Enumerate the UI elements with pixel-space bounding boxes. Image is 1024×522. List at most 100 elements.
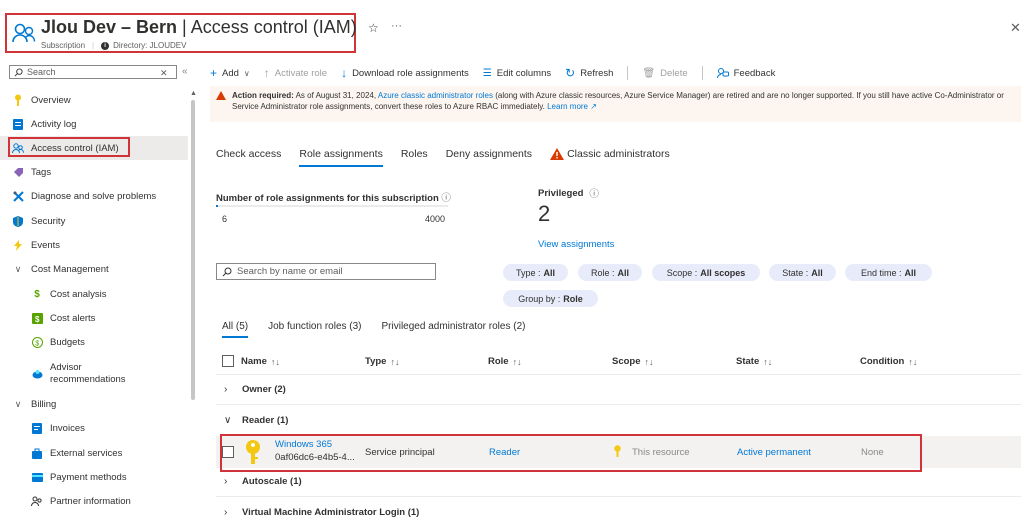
download-icon: ↓ <box>341 66 348 80</box>
sidebar-item-partner-information[interactable]: Partner information <box>0 489 188 513</box>
filter-state[interactable]: State : All <box>769 264 836 281</box>
filter-end-time[interactable]: End time : All <box>845 264 932 281</box>
directory-label: Directory: JLOUDEV <box>113 41 187 50</box>
warning-icon <box>550 148 565 160</box>
tab-privileged-roles[interactable]: Privileged administrator roles (2) <box>382 321 526 338</box>
column-condition[interactable]: Condition ↑↓ <box>860 356 917 367</box>
chevron-right-icon: › <box>224 476 228 487</box>
group-owner[interactable]: › Owner (2) <box>224 384 286 395</box>
sidebar-item-advisor[interactable]: Advisor recommendations <box>0 360 188 388</box>
sidebar-item-tags[interactable]: Tags <box>0 160 188 184</box>
sidebar-item-billing[interactable]: ∨ Billing <box>0 392 188 416</box>
select-all-checkbox[interactable] <box>222 355 234 367</box>
chevron-right-icon: › <box>224 507 228 518</box>
group-vm-admin-login[interactable]: › Virtual Machine Administrator Login (1) <box>224 507 419 518</box>
group-autoscale[interactable]: › Autoscale (1) <box>224 476 302 487</box>
filter-type[interactable]: Type : All <box>503 264 568 281</box>
assignment-count-current: 6 <box>222 214 228 224</box>
assignment-count-label: Number of role assignments for this subs… <box>216 193 451 204</box>
search-icon <box>222 267 232 276</box>
tab-all[interactable]: All (5) <box>222 321 249 338</box>
budget-icon: $ <box>31 336 43 348</box>
svg-text:$: $ <box>35 340 39 347</box>
feedback-icon <box>716 67 729 79</box>
assignment-count-bar-fill <box>216 205 218 207</box>
sidebar-item-payment-methods[interactable]: Payment methods <box>0 465 188 489</box>
columns-icon: ☰ <box>482 67 492 79</box>
sidebar-item-security[interactable]: Security <box>0 209 188 233</box>
collapse-icon[interactable]: « <box>182 66 188 77</box>
iam-tabs: Check access Role assignments Roles Deny… <box>216 148 688 167</box>
sidebar-item-activity-log[interactable]: Activity log <box>0 112 188 136</box>
sidebar-item-external-services[interactable]: External services <box>0 441 188 465</box>
invoice-icon <box>31 422 43 434</box>
classic-roles-link[interactable]: Azure classic administrator roles <box>378 91 493 100</box>
sidebar-item-budgets[interactable]: $ Budgets <box>0 330 188 354</box>
column-name[interactable]: Name ↑↓ <box>241 356 280 367</box>
sidebar-item-events[interactable]: Events <box>0 233 188 257</box>
sidebar-scrollbar[interactable] <box>191 100 195 400</box>
plus-icon: + <box>210 66 218 80</box>
tab-role-assignments[interactable]: Role assignments <box>299 148 383 167</box>
sidebar-item-invoices[interactable]: Invoices <box>0 416 188 440</box>
wrench-icon <box>12 190 24 202</box>
chevron-down-icon: ∨ <box>14 263 22 274</box>
column-role[interactable]: Role ↑↓ <box>488 356 522 367</box>
sort-icon: ↑↓ <box>270 356 280 367</box>
warning-banner: Action required: As of August 31, 2024, … <box>210 86 1021 122</box>
svg-text:$: $ <box>35 315 40 324</box>
edit-columns-button[interactable]: ☰ Edit columns <box>483 68 551 79</box>
nav-highlight-box <box>8 137 130 157</box>
assignment-count-max: 4000 <box>425 214 446 224</box>
search-input[interactable]: Search by name or email <box>216 263 436 280</box>
activate-role-button[interactable]: ↑ Activate role <box>264 66 327 80</box>
sidebar-item-diagnose[interactable]: Diagnose and solve problems <box>0 184 188 208</box>
chevron-right-icon: › <box>224 384 228 395</box>
sidebar-search-input[interactable]: Search <box>9 65 177 79</box>
shield-icon <box>12 215 24 227</box>
privileged-label: Privileged ⓘ <box>538 187 599 201</box>
column-type[interactable]: Type ↑↓ <box>365 356 399 367</box>
search-icon <box>14 67 23 76</box>
group-reader[interactable]: ∨ Reader (1) <box>224 415 288 426</box>
people-icon <box>12 22 36 44</box>
feedback-button[interactable]: Feedback <box>716 67 775 79</box>
role-category-tabs: All (5) Job function roles (3) Privilege… <box>222 321 545 338</box>
sidebar-item-cost-management[interactable]: ∨ Cost Management <box>0 257 188 281</box>
close-icon[interactable]: ✕ <box>1010 20 1021 36</box>
alert-icon: $ <box>31 312 43 324</box>
view-assignments-link[interactable]: View assignments <box>538 239 614 250</box>
chevron-down-icon: ∨ <box>14 398 22 409</box>
delete-button[interactable]: 🗑 Delete <box>642 68 687 79</box>
tab-job-function-roles[interactable]: Job function roles (3) <box>268 321 361 338</box>
warning-icon <box>216 91 226 100</box>
group-by[interactable]: Group by : Role <box>503 290 598 307</box>
sidebar-item-overview[interactable]: Overview <box>0 88 188 112</box>
page-title: Jlou Dev – Bern | Access control (IAM) <box>41 17 357 37</box>
bag-icon <box>31 447 43 459</box>
column-scope[interactable]: Scope ↑↓ <box>612 356 654 367</box>
tab-roles[interactable]: Roles <box>401 148 428 167</box>
download-button[interactable]: ↓ Download role assignments <box>341 66 469 80</box>
sort-icon: ↑↓ <box>512 356 522 367</box>
tab-classic-administrators[interactable]: Classic administrators <box>550 148 670 167</box>
toolbar: + Add ∨ ↑ Activate role ↓ Download role assi… <box>210 66 789 80</box>
column-state[interactable]: State ↑↓ <box>736 356 772 367</box>
scroll-up-icon[interactable]: ▲ <box>190 90 197 97</box>
search-placeholder: Search by name or email <box>237 266 343 277</box>
page-subtitle: Subscription | i Directory: JLOUDEV <box>41 41 187 50</box>
filter-scope[interactable]: Scope : All scopes <box>652 264 760 281</box>
learn-more-link[interactable]: Learn more ↗ <box>547 102 597 111</box>
sidebar-item-cost-alerts[interactable]: $ Cost alerts <box>0 306 188 330</box>
star-icon[interactable]: ☆ <box>368 21 379 35</box>
tab-check-access[interactable]: Check access <box>216 148 281 167</box>
tab-deny-assignments[interactable]: Deny assignments <box>446 148 532 167</box>
sidebar-clear-icon[interactable]: ✕ <box>160 68 168 79</box>
sidebar-item-cost-analysis[interactable]: $ Cost analysis <box>0 282 188 306</box>
refresh-button[interactable]: ↻ Refresh <box>565 66 613 80</box>
filter-role[interactable]: Role : All <box>578 264 642 281</box>
card-icon <box>31 471 43 483</box>
partner-icon <box>31 495 43 507</box>
add-button[interactable]: + Add ∨ <box>210 66 250 80</box>
more-icon[interactable]: ··· <box>391 20 402 32</box>
